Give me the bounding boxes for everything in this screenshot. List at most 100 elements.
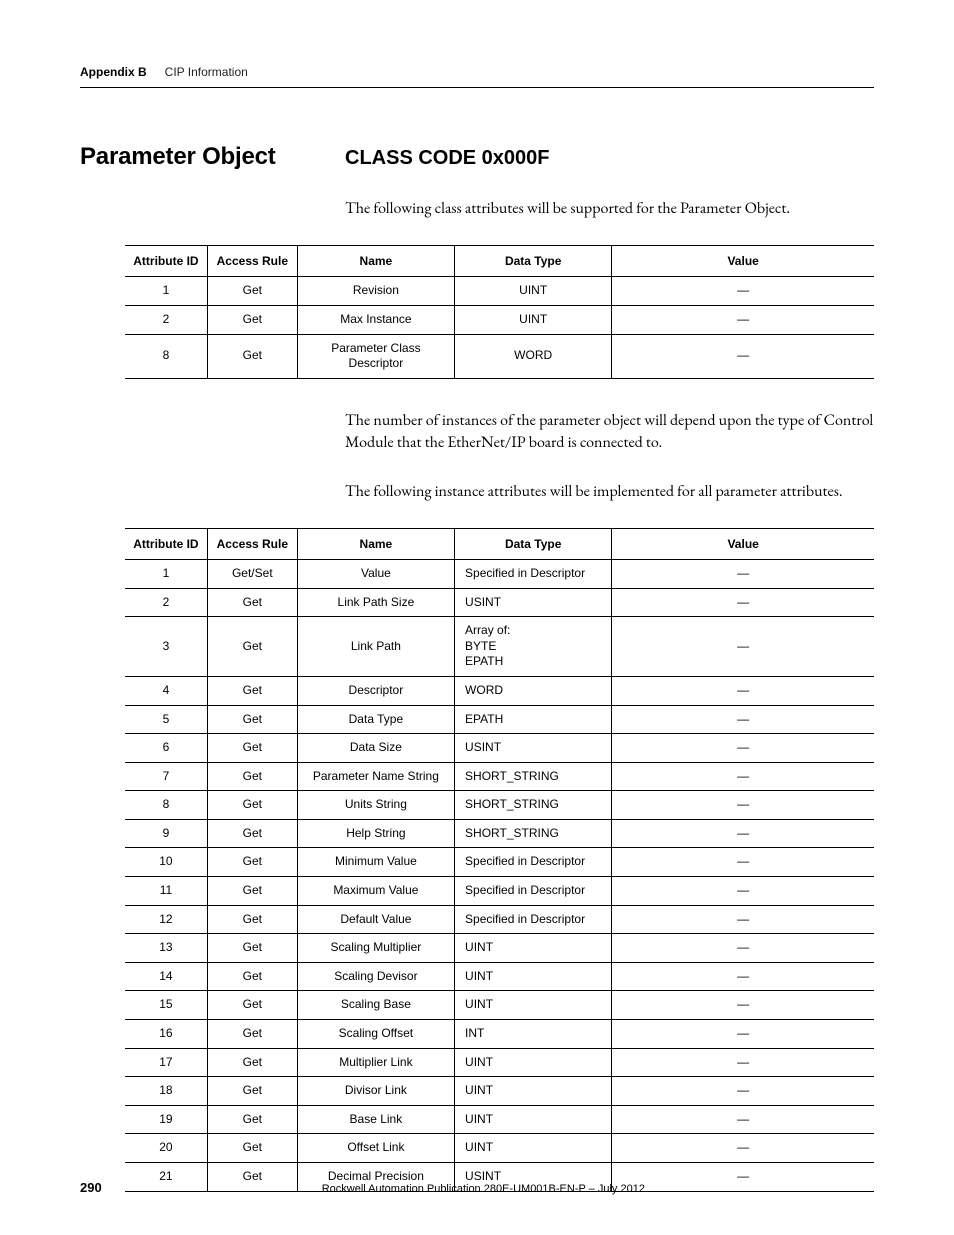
cell-name: Data Type <box>297 705 454 734</box>
cell-rule: Get <box>207 877 297 906</box>
section-title: Parameter Object <box>80 143 345 171</box>
col-value: Value <box>612 246 874 277</box>
cell-val: — <box>612 1105 874 1134</box>
appendix-label: Appendix B <box>80 65 147 79</box>
cell-id: 8 <box>125 334 207 378</box>
table-header-row: Attribute ID Access Rule Name Data Type … <box>125 246 874 277</box>
table-row: 2GetLink Path SizeUSINT— <box>125 588 874 617</box>
cell-type: UINT <box>455 1105 612 1134</box>
cell-val: — <box>612 905 874 934</box>
cell-name: Multiplier Link <box>297 1048 454 1077</box>
table-row: 19GetBase LinkUINT— <box>125 1105 874 1134</box>
cell-id: 9 <box>125 819 207 848</box>
table-row: 11GetMaximum ValueSpecified in Descripto… <box>125 877 874 906</box>
intro-paragraph-3: The following instance attributes will b… <box>345 480 874 502</box>
cell-type: UINT <box>455 1048 612 1077</box>
cell-name: Revision <box>297 277 454 306</box>
cell-id: 11 <box>125 877 207 906</box>
table-row: 6GetData SizeUSINT— <box>125 734 874 763</box>
table-row: 16GetScaling OffsetINT— <box>125 1020 874 1049</box>
cell-rule: Get <box>207 934 297 963</box>
instance-attributes-table: Attribute ID Access Rule Name Data Type … <box>125 528 874 1192</box>
cell-id: 7 <box>125 762 207 791</box>
cell-type: UINT <box>455 277 612 306</box>
table-row: 10GetMinimum ValueSpecified in Descripto… <box>125 848 874 877</box>
cell-id: 2 <box>125 305 207 334</box>
cell-rule: Get/Set <box>207 559 297 588</box>
cell-id: 4 <box>125 676 207 705</box>
col-access-rule: Access Rule <box>207 246 297 277</box>
chapter-label: CIP Information <box>165 65 248 79</box>
cell-id: 3 <box>125 617 207 677</box>
intro-paragraph-1: The following class attributes will be s… <box>345 197 874 219</box>
cell-name: Scaling Devisor <box>297 962 454 991</box>
cell-val: — <box>612 1077 874 1106</box>
table-row: 8GetParameter Class DescriptorWORD— <box>125 334 874 378</box>
cell-type: UINT <box>455 1134 612 1163</box>
cell-name: Link Path <box>297 617 454 677</box>
cell-rule: Get <box>207 277 297 306</box>
table-row: 3GetLink PathArray of:BYTEEPATH— <box>125 617 874 677</box>
cell-val: — <box>612 762 874 791</box>
cell-val: — <box>612 962 874 991</box>
cell-name: Link Path Size <box>297 588 454 617</box>
cell-type: UINT <box>455 991 612 1020</box>
cell-rule: Get <box>207 1048 297 1077</box>
cell-name: Default Value <box>297 905 454 934</box>
cell-type: UINT <box>455 934 612 963</box>
col-data-type: Data Type <box>455 528 612 559</box>
table-row: 13GetScaling MultiplierUINT— <box>125 934 874 963</box>
cell-id: 14 <box>125 962 207 991</box>
col-access-rule: Access Rule <box>207 528 297 559</box>
cell-type: Specified in Descriptor <box>455 559 612 588</box>
cell-rule: Get <box>207 588 297 617</box>
table-header-row: Attribute ID Access Rule Name Data Type … <box>125 528 874 559</box>
cell-name: Data Size <box>297 734 454 763</box>
cell-name: Parameter Name String <box>297 762 454 791</box>
table-row: 1Get/SetValueSpecified in Descriptor— <box>125 559 874 588</box>
cell-name: Maximum Value <box>297 877 454 906</box>
cell-name: Value <box>297 559 454 588</box>
table-row: 20GetOffset LinkUINT— <box>125 1134 874 1163</box>
cell-name: Base Link <box>297 1105 454 1134</box>
table-row: 12GetDefault ValueSpecified in Descripto… <box>125 905 874 934</box>
table-row: 2GetMax InstanceUINT— <box>125 305 874 334</box>
cell-rule: Get <box>207 962 297 991</box>
cell-type: EPATH <box>455 705 612 734</box>
cell-name: Max Instance <box>297 305 454 334</box>
page-number: 290 <box>80 1180 102 1195</box>
col-data-type: Data Type <box>455 246 612 277</box>
col-name: Name <box>297 528 454 559</box>
cell-rule: Get <box>207 991 297 1020</box>
cell-id: 10 <box>125 848 207 877</box>
cell-val: — <box>612 676 874 705</box>
cell-type: SHORT_STRING <box>455 791 612 820</box>
cell-val: — <box>612 1020 874 1049</box>
cell-type: USINT <box>455 734 612 763</box>
cell-id: 13 <box>125 934 207 963</box>
cell-type: UINT <box>455 962 612 991</box>
cell-id: 20 <box>125 1134 207 1163</box>
running-header: Appendix B CIP Information <box>80 65 874 79</box>
table-row: 14GetScaling DevisorUINT— <box>125 962 874 991</box>
page-footer: 290 Rockwell Automation Publication 280E… <box>80 1180 874 1195</box>
table-row: 1GetRevisionUINT— <box>125 277 874 306</box>
cell-val: — <box>612 791 874 820</box>
cell-type: Specified in Descriptor <box>455 905 612 934</box>
class-code-heading: CLASS CODE 0x000F <box>345 147 550 170</box>
cell-id: 6 <box>125 734 207 763</box>
cell-val: — <box>612 848 874 877</box>
cell-name: Units String <box>297 791 454 820</box>
table-row: 18GetDivisor LinkUINT— <box>125 1077 874 1106</box>
cell-val: — <box>612 991 874 1020</box>
cell-id: 1 <box>125 559 207 588</box>
cell-rule: Get <box>207 334 297 378</box>
table-row: 7GetParameter Name StringSHORT_STRING— <box>125 762 874 791</box>
class-attributes-table: Attribute ID Access Rule Name Data Type … <box>125 245 874 378</box>
cell-val: — <box>612 877 874 906</box>
cell-type: Specified in Descriptor <box>455 877 612 906</box>
cell-type: Array of:BYTEEPATH <box>455 617 612 677</box>
header-rule <box>80 87 874 88</box>
cell-name: Offset Link <box>297 1134 454 1163</box>
intro-paragraph-2: The number of instances of the parameter… <box>345 409 874 454</box>
